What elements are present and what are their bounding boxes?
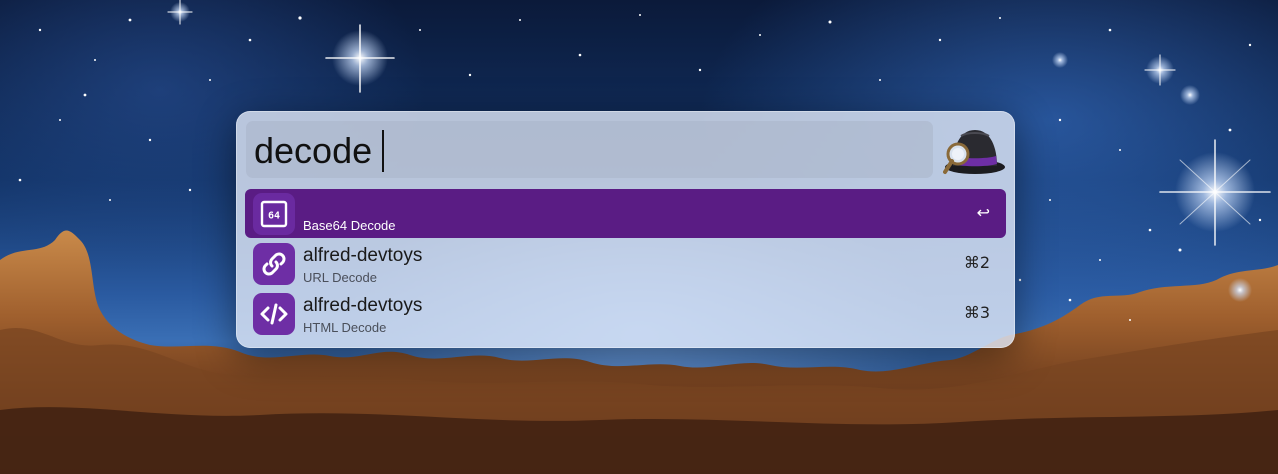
base64-icon-label: 64	[268, 211, 280, 222]
result-subtitle: HTML Decode	[303, 320, 387, 335]
alfred-launcher-window: decode 64 Base64 Decode ↩ alfred-devtoys…	[236, 111, 1015, 348]
text-caret	[382, 130, 385, 173]
alfred-hat-icon	[943, 130, 1005, 174]
shortcut-hint: ⌘3	[963, 303, 990, 322]
result-subtitle: Base64 Decode	[303, 218, 396, 233]
code-icon	[253, 293, 295, 335]
link-icon	[253, 243, 295, 285]
shortcut-hint: ⌘2	[963, 253, 990, 272]
result-item-html-decode[interactable]: alfred-devtoys HTML Decode ⌘3	[245, 288, 1006, 338]
results-list: 64 Base64 Decode ↩ alfred-devtoys URL De…	[245, 189, 1006, 338]
result-item-base64-decode[interactable]: 64 Base64 Decode ↩	[245, 189, 1006, 238]
result-title: alfred-devtoys	[303, 245, 423, 266]
search-field[interactable]: decode	[246, 121, 933, 178]
result-title: alfred-devtoys	[303, 295, 423, 316]
search-query: decode	[254, 130, 373, 171]
result-subtitle: URL Decode	[303, 270, 377, 285]
result-item-url-decode[interactable]: alfred-devtoys URL Decode ⌘2	[245, 238, 1006, 288]
base64-icon: 64	[253, 193, 295, 235]
search-input[interactable]: decode	[254, 130, 385, 173]
return-key-hint: ↩	[976, 203, 990, 222]
